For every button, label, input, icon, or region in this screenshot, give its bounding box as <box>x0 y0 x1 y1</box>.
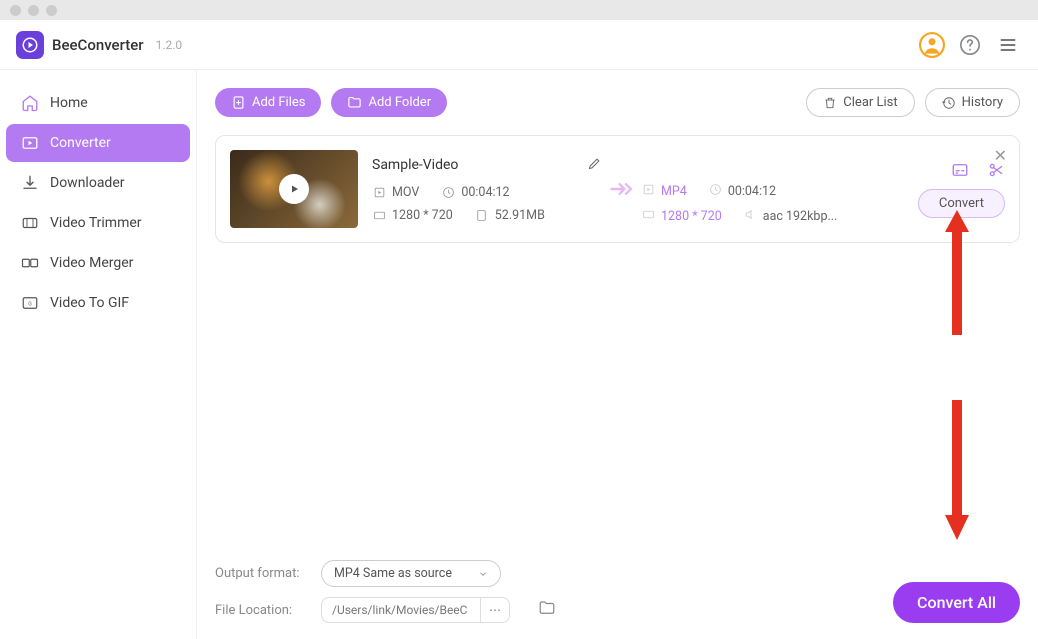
sidebar-item-gif[interactable]: G Video To GIF <box>6 284 190 322</box>
traffic-light-close[interactable] <box>10 5 21 16</box>
sidebar-item-converter[interactable]: Converter <box>6 124 190 162</box>
merger-icon <box>20 253 40 273</box>
app-name: BeeConverter <box>52 36 144 54</box>
traffic-light-minimize[interactable] <box>28 5 39 16</box>
content-area: Add Files Add Folder Clear List History … <box>197 70 1038 639</box>
subtitle-icon[interactable] <box>951 161 969 179</box>
target-format[interactable]: MP4 <box>661 184 687 199</box>
download-icon <box>20 173 40 193</box>
file-add-icon <box>231 95 246 110</box>
svg-text:G: G <box>28 301 32 307</box>
converter-icon <box>20 133 40 153</box>
sidebar-item-home[interactable]: Home <box>6 84 190 122</box>
window-titlebar <box>0 0 1038 20</box>
size-icon <box>475 208 489 222</box>
video-thumbnail[interactable] <box>230 150 358 228</box>
traffic-light-zoom[interactable] <box>46 5 57 16</box>
target-duration: 00:04:12 <box>728 184 776 199</box>
app-logo <box>16 31 44 59</box>
sidebar-item-label: Video To GIF <box>50 295 129 311</box>
source-resolution: 1280 * 720 <box>392 208 453 223</box>
home-icon <box>20 93 40 113</box>
clock-icon <box>709 183 722 200</box>
edit-icon[interactable] <box>587 156 602 175</box>
app-version: 1.2.0 <box>156 38 183 52</box>
file-card: ✕ Sample-Video MOV 00:04:12 1280 * 720 5… <box>215 135 1020 243</box>
toolbar: Add Files Add Folder Clear List History <box>215 88 1020 117</box>
target-resolution[interactable]: 1280 * 720 <box>661 209 722 224</box>
add-files-button[interactable]: Add Files <box>215 88 321 117</box>
sidebar-item-label: Home <box>50 95 88 111</box>
format-icon <box>372 185 386 199</box>
open-folder-icon[interactable] <box>538 599 556 621</box>
trash-icon <box>823 96 837 110</box>
app-header: BeeConverter 1.2.0 <box>0 20 1038 70</box>
clear-list-button[interactable]: Clear List <box>806 88 914 117</box>
sidebar-item-downloader[interactable]: Downloader <box>6 164 190 202</box>
chevron-down-icon <box>478 569 488 579</box>
history-button[interactable]: History <box>925 88 1020 117</box>
file-location-value: /Users/link/Movies/BeeC <box>321 597 481 623</box>
annotation-arrow <box>937 400 977 540</box>
sidebar-item-label: Converter <box>50 135 111 151</box>
play-icon <box>279 174 309 204</box>
output-format-label: Output format: <box>215 566 305 581</box>
help-icon[interactable] <box>956 31 984 59</box>
clock-icon <box>441 185 455 199</box>
file-name: Sample-Video <box>372 157 458 173</box>
folder-add-icon <box>347 95 362 110</box>
sidebar-item-trimmer[interactable]: Video Trimmer <box>6 204 190 242</box>
sidebar-item-label: Video Trimmer <box>50 215 142 231</box>
account-icon[interactable] <box>918 31 946 59</box>
add-folder-button[interactable]: Add Folder <box>331 88 447 117</box>
resolution-icon <box>642 208 655 225</box>
arrow-icon <box>602 180 642 198</box>
sidebar: Home Converter Downloader Video Trimmer … <box>0 70 197 639</box>
trimmer-icon <box>20 213 40 233</box>
menu-icon[interactable] <box>994 31 1022 59</box>
sidebar-item-label: Video Merger <box>50 255 133 271</box>
sidebar-item-label: Downloader <box>50 175 125 191</box>
audio-icon <box>744 208 757 225</box>
more-icon[interactable]: ⋯ <box>481 597 510 623</box>
output-format-select[interactable]: MP4 Same as source <box>321 560 501 587</box>
annotation-arrow <box>937 210 977 340</box>
source-duration: 00:04:12 <box>461 185 509 200</box>
source-size: 52.91MB <box>495 208 545 223</box>
convert-all-button[interactable]: Convert All <box>893 582 1020 623</box>
close-icon[interactable]: ✕ <box>994 146 1007 165</box>
sidebar-item-merger[interactable]: Video Merger <box>6 244 190 282</box>
resolution-icon <box>372 208 386 222</box>
source-format: MOV <box>392 185 419 200</box>
target-audio[interactable]: aac 192kbp... <box>763 209 838 224</box>
history-icon <box>942 96 956 110</box>
file-location-label: File Location: <box>215 603 305 618</box>
format-icon <box>642 183 655 200</box>
bottom-bar: Output format: MP4 Same as source File L… <box>215 560 1020 623</box>
gif-icon: G <box>20 293 40 313</box>
